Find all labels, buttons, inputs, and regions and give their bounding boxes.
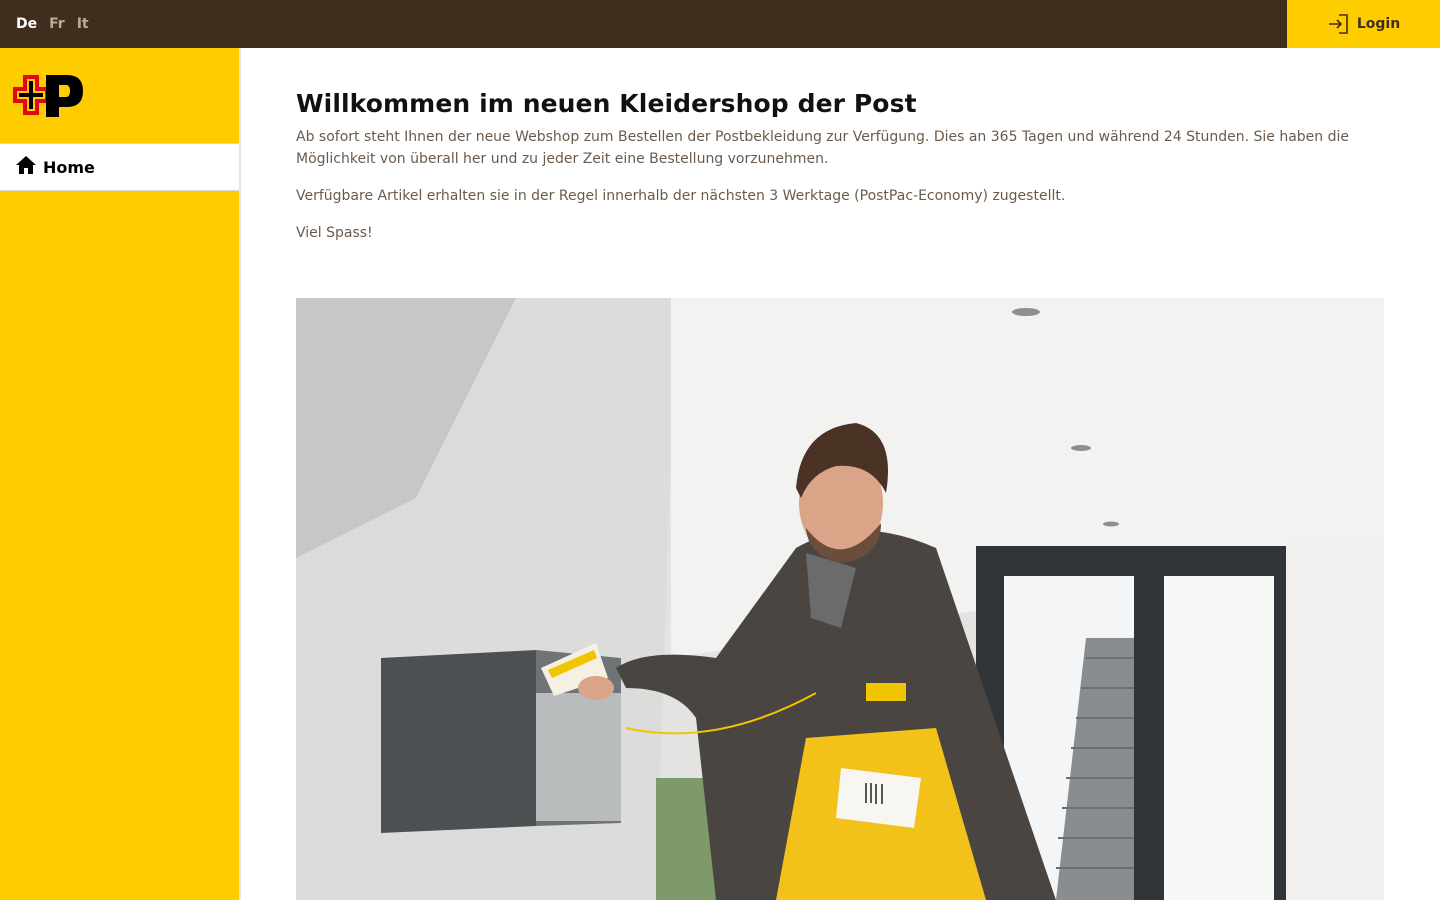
login-icon: [1327, 13, 1349, 35]
language-de[interactable]: De: [16, 16, 37, 32]
language-fr[interactable]: Fr: [49, 16, 65, 32]
hero-image: [296, 298, 1384, 900]
closing-paragraph: Viel Spass!: [296, 225, 373, 241]
top-bar: De Fr It Login: [0, 0, 1440, 48]
home-icon: [15, 155, 37, 179]
sidebar: Home: [0, 48, 241, 900]
sidebar-item-label: Home: [43, 157, 95, 177]
intro-paragraph: Ab sofort steht Ihnen der neue Webshop z…: [296, 129, 1349, 167]
login-label: Login: [1356, 16, 1401, 32]
main-content: Willkommen im neuen Kleidershop der Post…: [296, 48, 1384, 244]
page-title: Willkommen im neuen Kleidershop der Post: [296, 89, 917, 118]
language-switcher: De Fr It: [16, 0, 89, 48]
login-button[interactable]: Login: [1287, 0, 1440, 48]
language-it[interactable]: It: [77, 16, 89, 32]
swiss-post-logo[interactable]: [13, 73, 85, 119]
delivery-paragraph: Verfügbare Artikel erhalten sie in der R…: [296, 188, 1066, 204]
sidebar-item-home[interactable]: Home: [0, 143, 239, 191]
